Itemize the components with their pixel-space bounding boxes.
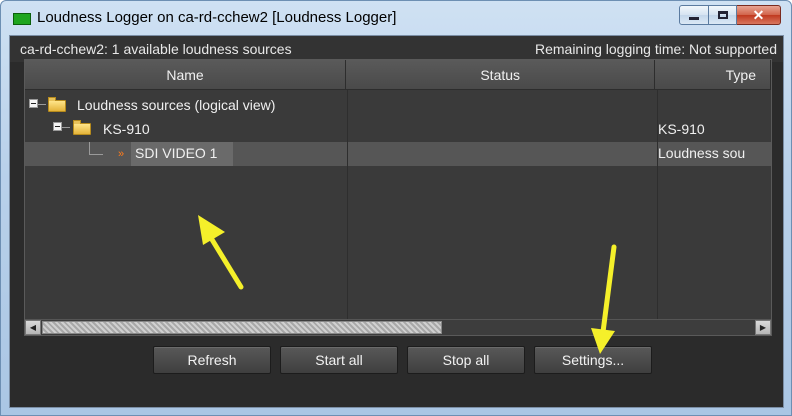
sources-table: Name Status Type Loudness sources (logic… [24,59,772,336]
tree-row-sdi-video-1[interactable]: » SDI VIDEO 1 Loudness sou [25,142,771,166]
tree-connector [89,154,103,155]
tree-connector [62,127,70,128]
row-name: SDI VIDEO 1 [135,145,218,161]
maximize-icon [717,11,728,19]
scroll-right-button[interactable]: ▶ [755,320,771,335]
tree-row-root[interactable]: Loudness sources (logical view) [25,94,771,118]
app-window: Loudness Logger on ca-rd-cchew2 [Loudnes… [0,0,792,416]
table-header: Name Status Type [25,60,771,90]
row-type: KS-910 [658,121,705,137]
close-button[interactable]: ✕ [737,5,781,25]
column-header-status[interactable]: Status [346,60,656,90]
horizontal-scrollbar[interactable]: ◀ ▶ [25,319,771,335]
row-name: KS-910 [103,121,150,137]
tree-row-ks910[interactable]: KS-910 KS-910 [25,118,771,142]
scroll-left-button[interactable]: ◀ [25,320,41,335]
column-header-type[interactable]: Type [655,60,771,90]
row-type: Loudness sou [658,145,746,161]
column-divider [347,90,348,335]
start-all-button[interactable]: Start all [280,346,398,374]
column-divider [657,90,658,335]
collapse-icon[interactable] [29,99,38,108]
remaining-time-text: Remaining logging time: Not supported [534,41,777,57]
window-title: Loudness Logger on ca-rd-cchew2 [Loudnes… [37,9,397,26]
app-icon [13,13,31,25]
button-bar: Refresh Start all Stop all Settings... [9,346,784,374]
row-name: Loudness sources (logical view) [77,97,276,113]
sources-count-text: ca-rd-cchew2: 1 available loudness sourc… [20,41,292,57]
collapse-icon[interactable] [53,122,62,131]
settings-button[interactable]: Settings... [534,346,652,374]
minimize-button[interactable] [679,5,709,25]
minimize-icon [689,16,699,20]
refresh-button[interactable]: Refresh [153,346,271,374]
folder-icon [48,97,66,112]
tree-connector [89,142,90,154]
close-icon: ✕ [752,6,765,23]
source-icon: » [118,148,125,160]
tree-connector [38,104,46,105]
scroll-left-icon: ◀ [29,323,37,332]
scroll-right-icon: ▶ [759,323,767,332]
scrollbar-thumb[interactable] [42,321,442,334]
stop-all-button[interactable]: Stop all [407,346,525,374]
column-header-name[interactable]: Name [25,60,347,90]
maximize-button[interactable] [709,5,737,25]
window-controls: ✕ [679,5,781,27]
folder-icon [73,120,91,135]
